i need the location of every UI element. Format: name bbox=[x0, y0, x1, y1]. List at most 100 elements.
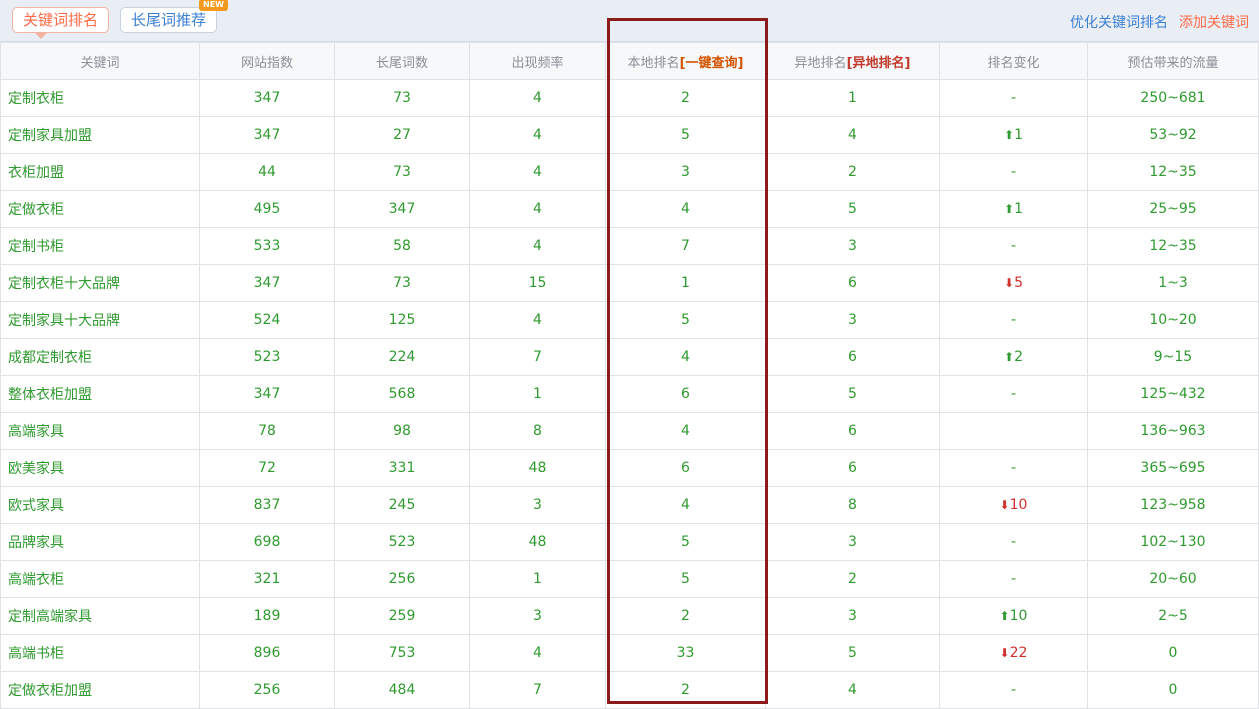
site-index-cell: 896 bbox=[199, 634, 335, 672]
traffic-cell: 10~20 bbox=[1087, 301, 1259, 339]
rank-change-value: - bbox=[1010, 534, 1017, 550]
tab-label: 长尾词推荐 bbox=[130, 11, 206, 29]
table-row: 定做衣柜加盟 256 484 7 2 4 - 0 bbox=[0, 671, 1259, 709]
optimize-ranking-link[interactable]: 优化关键词排名 bbox=[1070, 12, 1168, 32]
rank-change-value: 1 bbox=[1014, 201, 1023, 217]
remote-rank-cell: 5 bbox=[765, 634, 940, 672]
rank-change-cell: ⬆1 bbox=[939, 116, 1088, 154]
site-index-cell: 347 bbox=[199, 116, 335, 154]
arrow-down-icon: ⬇ bbox=[1004, 276, 1015, 290]
frequency-cell: 4 bbox=[469, 116, 606, 154]
frequency-cell: 8 bbox=[469, 412, 606, 450]
site-index-cell: 347 bbox=[199, 264, 335, 302]
arrow-down-icon: ⬇ bbox=[999, 646, 1010, 660]
longtail-count-cell: 259 bbox=[334, 597, 470, 635]
longtail-count-cell: 484 bbox=[334, 671, 470, 709]
header-remote-rank: 异地排名[异地排名] bbox=[765, 42, 940, 80]
local-rank-cell: 1 bbox=[605, 264, 766, 302]
table-row: 定做衣柜 495 347 4 4 5 ⬆1 25~95 bbox=[0, 190, 1259, 228]
header-remote-rank-label: 异地排名 bbox=[794, 55, 847, 71]
rank-change-cell: - bbox=[939, 523, 1088, 561]
remote-rank-link[interactable]: [异地排名] bbox=[847, 56, 911, 71]
site-index-cell: 495 bbox=[199, 190, 335, 228]
rank-change-value: 22 bbox=[1009, 645, 1028, 661]
frequency-cell: 4 bbox=[469, 79, 606, 117]
longtail-count-cell: 245 bbox=[334, 486, 470, 524]
remote-rank-cell: 3 bbox=[765, 301, 940, 339]
site-index-cell: 524 bbox=[199, 301, 335, 339]
table-row: 成都定制衣柜 523 224 7 4 6 ⬆2 9~15 bbox=[0, 338, 1259, 376]
longtail-count-cell: 73 bbox=[334, 153, 470, 191]
rank-change-cell: - bbox=[939, 560, 1088, 598]
local-rank-cell: 5 bbox=[605, 523, 766, 561]
table-row: 定制家具加盟 347 27 4 5 4 ⬆1 53~92 bbox=[0, 116, 1259, 154]
rank-change-cell bbox=[939, 412, 1088, 450]
header-site-index: 网站指数 bbox=[199, 42, 335, 80]
traffic-cell: 365~695 bbox=[1087, 449, 1259, 487]
traffic-cell: 136~963 bbox=[1087, 412, 1259, 450]
remote-rank-cell: 5 bbox=[765, 190, 940, 228]
header-local-rank-label: 本地排名 bbox=[627, 55, 680, 71]
tab-keyword-ranking[interactable]: 关键词排名 bbox=[12, 7, 109, 39]
rank-change-cell: ⬆1 bbox=[939, 190, 1088, 228]
arrow-up-icon: ⬆ bbox=[1004, 202, 1015, 216]
traffic-cell: 12~35 bbox=[1087, 227, 1259, 265]
local-rank-cell: 4 bbox=[605, 412, 766, 450]
longtail-count-cell: 347 bbox=[334, 190, 470, 228]
keyword-cell: 整体衣柜加盟 bbox=[0, 375, 200, 413]
frequency-cell: 4 bbox=[469, 227, 606, 265]
rank-change-value: - bbox=[1010, 682, 1017, 698]
keyword-cell: 定制家具十大品牌 bbox=[0, 301, 200, 339]
frequency-cell: 1 bbox=[469, 375, 606, 413]
table-row: 整体衣柜加盟 347 568 1 6 5 - 125~432 bbox=[0, 375, 1259, 413]
one-click-query-link[interactable]: [一键查询] bbox=[680, 56, 744, 71]
site-index-cell: 347 bbox=[199, 79, 335, 117]
local-rank-cell: 3 bbox=[605, 153, 766, 191]
local-rank-cell: 2 bbox=[605, 597, 766, 635]
traffic-cell: 20~60 bbox=[1087, 560, 1259, 598]
rank-change-value: 2 bbox=[1014, 349, 1023, 365]
keyword-cell: 欧式家具 bbox=[0, 486, 200, 524]
keyword-cell: 品牌家具 bbox=[0, 523, 200, 561]
remote-rank-cell: 6 bbox=[765, 412, 940, 450]
site-index-cell: 523 bbox=[199, 338, 335, 376]
arrow-up-icon: ⬆ bbox=[1004, 128, 1015, 142]
local-rank-cell: 5 bbox=[605, 301, 766, 339]
remote-rank-cell: 3 bbox=[765, 227, 940, 265]
remote-rank-cell: 3 bbox=[765, 597, 940, 635]
local-rank-cell: 2 bbox=[605, 79, 766, 117]
longtail-count-cell: 753 bbox=[334, 634, 470, 672]
rank-change-value: 1 bbox=[1014, 127, 1023, 143]
traffic-cell: 250~681 bbox=[1087, 79, 1259, 117]
site-index-cell: 189 bbox=[199, 597, 335, 635]
rank-change-value: - bbox=[1010, 238, 1017, 254]
keyword-ranking-table: 关键词 网站指数 长尾词数 出现频率 本地排名[一键查询] 异地排名[异地排名]… bbox=[0, 42, 1259, 709]
frequency-cell: 15 bbox=[469, 264, 606, 302]
local-rank-cell: 5 bbox=[605, 560, 766, 598]
header-local-rank: 本地排名[一键查询] bbox=[605, 42, 766, 80]
traffic-cell: 2~5 bbox=[1087, 597, 1259, 635]
traffic-cell: 0 bbox=[1087, 671, 1259, 709]
table-row: 定制书柜 533 58 4 7 3 - 12~35 bbox=[0, 227, 1259, 265]
longtail-count-cell: 331 bbox=[334, 449, 470, 487]
rank-change-value: 5 bbox=[1014, 275, 1023, 291]
local-rank-cell: 2 bbox=[605, 671, 766, 709]
remote-rank-cell: 4 bbox=[765, 671, 940, 709]
add-keyword-link[interactable]: 添加关键词 bbox=[1179, 12, 1249, 32]
frequency-cell: 1 bbox=[469, 560, 606, 598]
rank-change-value: - bbox=[1010, 571, 1017, 587]
local-rank-cell: 4 bbox=[605, 338, 766, 376]
arrow-up-icon: ⬆ bbox=[999, 609, 1010, 623]
tab-longtail-recommend[interactable]: 长尾词推荐 NEW bbox=[120, 0, 228, 33]
traffic-cell: 53~92 bbox=[1087, 116, 1259, 154]
local-rank-cell: 7 bbox=[605, 227, 766, 265]
traffic-cell: 9~15 bbox=[1087, 338, 1259, 376]
keyword-cell: 定制衣柜十大品牌 bbox=[0, 264, 200, 302]
remote-rank-cell: 5 bbox=[765, 375, 940, 413]
keyword-cell: 定制书柜 bbox=[0, 227, 200, 265]
header-keyword: 关键词 bbox=[0, 42, 200, 80]
header-traffic: 预估带来的流量 bbox=[1087, 42, 1259, 80]
traffic-cell: 0 bbox=[1087, 634, 1259, 672]
longtail-count-cell: 224 bbox=[334, 338, 470, 376]
rank-change-value: - bbox=[1010, 460, 1017, 476]
